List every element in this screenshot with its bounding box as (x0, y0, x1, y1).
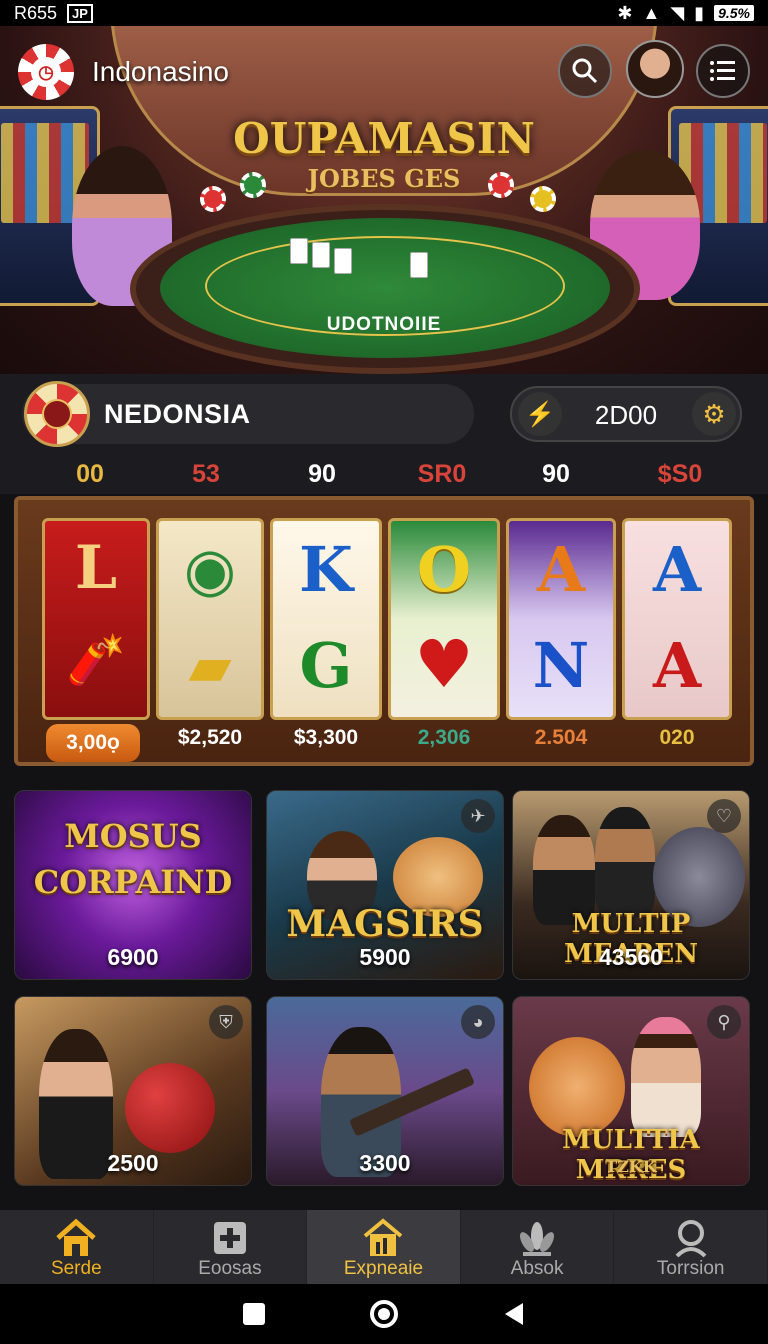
gear-icon[interactable]: ⚙ (692, 392, 736, 436)
game-value: 3300 (359, 1150, 411, 1176)
reel-symbol: A (652, 533, 702, 606)
reel[interactable]: L 🧨 (42, 518, 150, 720)
reel[interactable]: A A (622, 518, 732, 720)
search-button[interactable] (558, 44, 612, 98)
nav-label: Torrsion (656, 1258, 725, 1279)
menu-icon (710, 61, 735, 81)
game-title: MAGSIRS (286, 903, 484, 945)
battery-level: 9.5% (714, 5, 754, 21)
search-person-icon (675, 1220, 707, 1258)
reel[interactable]: A N (506, 518, 616, 720)
reel-symbol: ◉ (183, 535, 237, 605)
reel-symbol: N (532, 629, 590, 702)
stat-value: SR0 (417, 460, 467, 488)
status-left-text: R655 (14, 2, 58, 23)
game-tile[interactable]: MULTIP MEAREN 43560 ♡ (512, 790, 750, 980)
game-title: MULTTIA MRRES (562, 1125, 700, 1185)
hero-subtitle: JOBES GES (307, 164, 461, 193)
nav-label: Eoosas (198, 1258, 262, 1279)
brand-logo-icon: ◷ (18, 44, 74, 100)
reel-amount: 2.504 (534, 726, 588, 749)
reel-symbol: O (416, 533, 471, 606)
reel-amount: $3,300 (293, 726, 359, 749)
reel-amount: 2,306 (417, 726, 471, 749)
bottom-nav: Serde Eoosas Expneaie Absok Torrsion (0, 1210, 768, 1284)
table-text: UDOTNOIIE (326, 314, 442, 335)
wifi-icon: ◥ (670, 2, 685, 23)
game-subtitle: TZKK (605, 1157, 657, 1176)
avatar[interactable] (626, 40, 684, 98)
hero-title: OUPAMASIN (233, 114, 535, 163)
nav-item-serde[interactable]: Serde (0, 1210, 154, 1284)
reel-symbol: ♥ (414, 625, 474, 703)
reel-symbol: L (74, 533, 118, 603)
user-bar: NEDONSIA ⚡ 2D00 ⚙ (0, 374, 768, 454)
game-value: 5900 (359, 944, 411, 970)
reel[interactable]: K G (270, 518, 382, 720)
signal-icon: ▲ (642, 2, 661, 23)
back-icon[interactable] (501, 1301, 527, 1327)
heart-icon[interactable]: ♡ (707, 799, 741, 833)
game-tile[interactable]: 2500 ⛨ (14, 996, 252, 1186)
slot-machine: L 🧨 ◉ ▰ K G O ♥ A N A A 3,00ọ $2,520 $3,… (14, 496, 754, 766)
nav-item-eoosas[interactable]: Eoosas (154, 1210, 308, 1284)
reel-symbol: ▰ (188, 633, 232, 699)
game-tile[interactable]: MULTTIA MRRES TZKK ⚲ (512, 996, 750, 1186)
user-profile[interactable]: NEDONSIA (22, 381, 474, 447)
reel-symbol: K (299, 533, 353, 606)
game-tile[interactable]: MOSUS CORPAIND 6900 (14, 790, 252, 980)
ball-image (125, 1063, 215, 1153)
home-circle-icon[interactable] (368, 1298, 400, 1330)
plus-box-icon (213, 1222, 246, 1254)
battery-icon: ▮ (694, 2, 705, 23)
game-value: 6900 (107, 944, 159, 970)
reel-amount-button[interactable]: 3,00ọ (46, 724, 140, 762)
stat-value: 00 (76, 460, 104, 488)
bluetooth-icon: ✱ (617, 2, 633, 23)
reel[interactable]: ◉ ▰ (156, 518, 264, 720)
reel-amount: $2,520 (177, 726, 243, 749)
brand-name: Indonasino (92, 56, 230, 87)
game-title: MOSUS CORPAIND (33, 817, 233, 901)
home-icon (56, 1218, 96, 1256)
status-bar: R655 JP ✱ ▲ ◥ ▮ 9.5% (0, 0, 768, 26)
shield-icon[interactable]: ⛨ (209, 1005, 243, 1039)
nav-item-expneaie[interactable]: Expneaie (307, 1210, 461, 1284)
reel-symbol: 🧨 (66, 632, 126, 688)
menu-button[interactable] (696, 44, 750, 98)
mask-icon[interactable]: ◕ (461, 1005, 495, 1039)
reel-symbol: A (536, 533, 586, 606)
nav-label: Serde (50, 1258, 102, 1279)
lotus-icon (520, 1222, 555, 1256)
reel-symbol: G (299, 629, 353, 702)
stat-value: 90 (308, 460, 336, 488)
recents-icon[interactable] (241, 1301, 267, 1327)
balance-pill[interactable]: ⚡ 2D00 ⚙ (510, 386, 742, 442)
brand[interactable]: ◷ Indonasino (18, 44, 229, 100)
game-tile[interactable]: MAGSIRS 5900 ✈ (266, 790, 504, 980)
game-tile[interactable]: 3300 ◕ (266, 996, 504, 1186)
user-badge-icon (24, 381, 90, 447)
stats-row: 00 53 90 SR0 90 $S0 (0, 454, 768, 494)
stat-value: $S0 (657, 460, 703, 488)
game-value: 2500 (107, 1150, 159, 1176)
pin-icon[interactable]: ✈ (461, 799, 495, 833)
nav-item-torrsion[interactable]: Torrsion (614, 1210, 768, 1284)
status-box-icon: JP (67, 3, 93, 23)
search-icon (572, 58, 598, 84)
nav-item-absok[interactable]: Absok (461, 1210, 615, 1284)
stat-value: 90 (542, 460, 570, 488)
reel-symbol: A (652, 629, 702, 702)
reel[interactable]: O ♥ (388, 518, 500, 720)
house-chart-icon (364, 1218, 403, 1256)
reel-amount: 020 (659, 726, 695, 749)
stat-value: 53 (192, 460, 220, 488)
nav-label: Expneaie (343, 1258, 424, 1279)
system-nav-bar (0, 1284, 768, 1344)
link-icon[interactable]: ⚲ (707, 1005, 741, 1039)
user-name: NEDONSIA (104, 398, 251, 429)
game-value: 43560 (599, 944, 663, 970)
nav-label: Absok (510, 1258, 564, 1279)
dog-image (529, 1037, 625, 1137)
